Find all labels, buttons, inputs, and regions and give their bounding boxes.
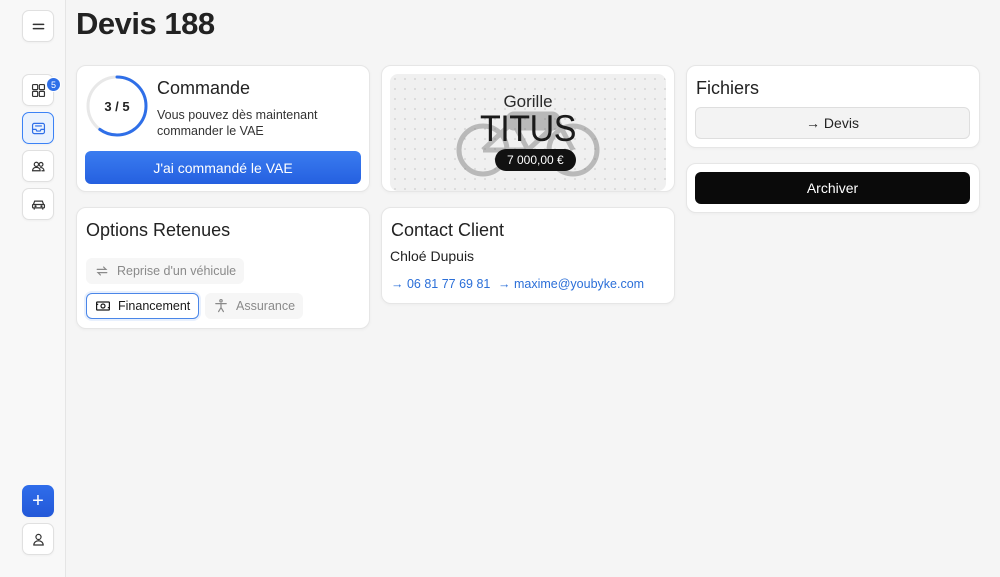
fichiers-card: Fichiers → Devis xyxy=(686,65,980,148)
contact-title: Contact Client xyxy=(391,220,505,240)
commande-card: 3 / 5 Commande Vous pouvez dès maintenan… xyxy=(76,65,370,192)
email-link[interactable]: → maxime@youbyke.com xyxy=(498,277,644,291)
sidebar-item-devis[interactable] xyxy=(22,112,54,144)
commande-title: Commande xyxy=(157,78,251,98)
option-label: Reprise d'un véhicule xyxy=(117,264,237,278)
devis-file-button[interactable]: → Devis xyxy=(695,107,970,139)
fichiers-title: Fichiers xyxy=(696,78,760,98)
profile-button[interactable] xyxy=(22,523,54,555)
client-name: Chloé Dupuis xyxy=(390,248,475,264)
progress-label: 3 / 5 xyxy=(104,98,130,114)
sidebar: 5 + xyxy=(0,0,66,577)
car-icon xyxy=(31,200,45,210)
sidebar-item-dashboard[interactable]: 5 xyxy=(22,74,61,106)
menu-toggle-button[interactable] xyxy=(22,10,54,42)
sidebar-item-clients[interactable] xyxy=(22,150,54,182)
phone-link[interactable]: → 06 81 77 69 81 xyxy=(391,277,490,291)
option-label: Financement xyxy=(118,299,191,313)
price-badge: 7 000,00 € xyxy=(495,149,576,171)
archive-card: Archiver xyxy=(686,163,980,213)
notification-badge: 5 xyxy=(46,77,61,92)
option-financement-chip[interactable]: Financement xyxy=(86,293,200,319)
user-icon xyxy=(32,533,44,546)
order-vae-button[interactable]: J'ai commandé le VAE xyxy=(85,151,361,184)
grid-icon xyxy=(31,83,45,97)
contact-card: Contact Client Chloé Dupuis → 06 81 77 6… xyxy=(381,207,675,304)
commande-description: Vous pouvez dès maintenant commander le … xyxy=(157,108,318,138)
users-icon xyxy=(31,161,45,171)
options-title: Options Retenues xyxy=(86,220,231,240)
options-card: Options Retenues Reprise d'un véhicule F… xyxy=(76,207,370,329)
hamburger-icon xyxy=(32,23,44,29)
bike-card: Gorille TITUS 7 000,00 € xyxy=(381,65,675,192)
add-button[interactable]: + xyxy=(22,485,54,517)
option-reprise-chip[interactable]: Reprise d'un véhicule xyxy=(86,258,245,284)
option-label: Assurance xyxy=(236,299,296,313)
accessibility-icon xyxy=(215,299,227,313)
inbox-icon xyxy=(31,122,45,134)
page-title: Devis 188 xyxy=(76,6,215,41)
money-icon xyxy=(96,301,110,311)
archive-button[interactable]: Archiver xyxy=(695,172,970,204)
swap-icon xyxy=(96,266,108,276)
option-assurance-chip[interactable]: Assurance xyxy=(205,293,304,319)
sidebar-item-vehicles[interactable] xyxy=(22,188,54,220)
bike-model: TITUS xyxy=(479,108,577,149)
bike-preview: Gorille TITUS 7 000,00 € xyxy=(390,74,666,191)
